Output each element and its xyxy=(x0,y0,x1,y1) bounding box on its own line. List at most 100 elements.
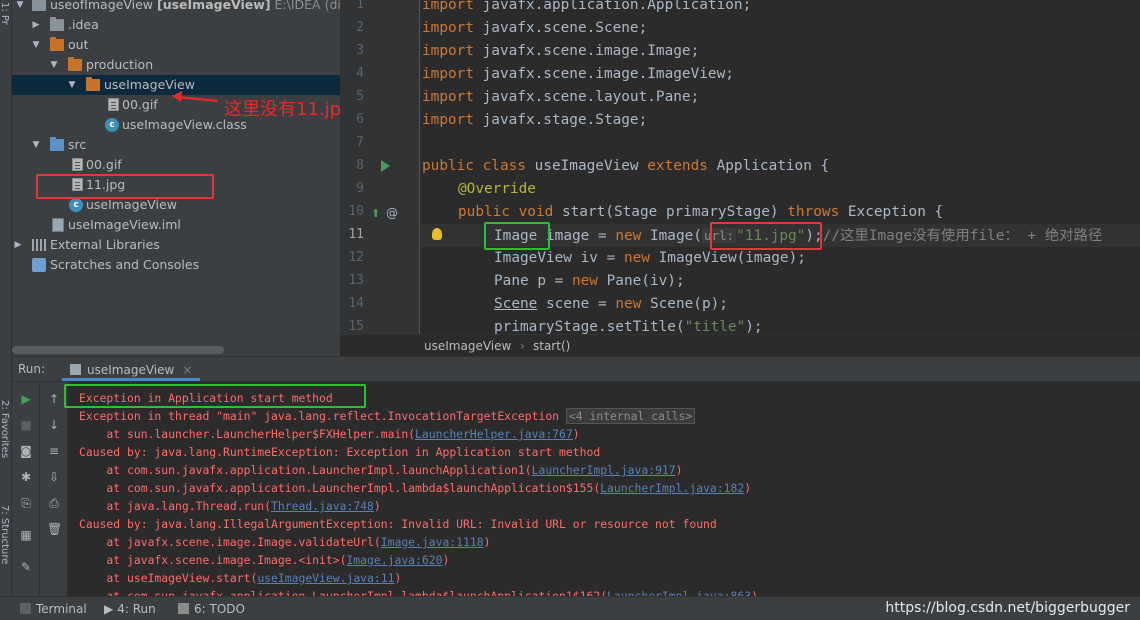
favorites-tool-tab[interactable]: 2: Favorites xyxy=(0,400,10,458)
class-file-icon: c xyxy=(105,118,119,132)
missing-file-annotation: 这里没有11.jpg xyxy=(224,99,353,120)
line-number: 6 xyxy=(356,112,364,127)
soft-wrap-icon[interactable]: ≡ xyxy=(47,444,61,458)
todo-tool-tab[interactable]: 6: TODO xyxy=(178,601,245,617)
folder-icon xyxy=(68,57,82,71)
source-folder-icon xyxy=(50,137,64,151)
folder-icon xyxy=(50,17,64,31)
console-line: at sun.launcher.LauncherHelper$FXHelper.… xyxy=(79,427,580,441)
tree-root[interactable]: ▼ useofImageView [useImageView] E:\IDEA … xyxy=(12,0,340,15)
bottom-tool-bar: Terminal ▶ 4: Run 6: TODO https://blog.cs… xyxy=(0,596,1140,620)
stacktrace-link[interactable]: LauncherImpl.java:182 xyxy=(600,481,744,495)
run-config-icon xyxy=(70,364,81,375)
image-file-icon xyxy=(72,158,83,171)
stacktrace-link[interactable]: useImageView.java:11 xyxy=(257,571,394,585)
lightbulb-icon[interactable] xyxy=(432,228,442,240)
tree-item-out[interactable]: ▼ out xyxy=(12,35,340,55)
tree-item-iml[interactable]: useImageView.iml xyxy=(12,215,340,235)
tree-item-src[interactable]: ▼ src xyxy=(12,135,340,155)
chevron-down-icon[interactable]: ▼ xyxy=(66,75,78,95)
run-console-output[interactable]: Exception in Application start method Ex… xyxy=(69,382,1140,600)
line-number: 9 xyxy=(356,181,364,196)
tree-root-path: E:\IDEA (diy) xyxy=(274,0,340,12)
chevron-down-icon[interactable]: ▼ xyxy=(30,35,42,55)
stacktrace-link[interactable]: Thread.java:748 xyxy=(271,499,374,513)
chevron-right-icon[interactable]: ▶ xyxy=(30,15,42,35)
line-number: 13 xyxy=(348,273,364,288)
tree-item-src-gif[interactable]: 00.gif xyxy=(12,155,340,175)
console-line: at javafx.scene.image.Image.validateUrl(… xyxy=(79,535,491,549)
run-toolbar-secondary: ↑ ↓ ≡ ⇩ ⎙ 🗑 xyxy=(40,382,68,600)
project-horizontal-scrollbar[interactable] xyxy=(12,346,224,354)
arrow-up-icon[interactable]: ↑ xyxy=(47,392,61,406)
arrow-down-icon[interactable]: ↓ xyxy=(47,418,61,432)
tree-item-label: .idea xyxy=(68,17,99,32)
debug-icon[interactable]: ✱ xyxy=(19,470,33,484)
stacktrace-link[interactable]: LauncherHelper.java:767 xyxy=(415,427,573,441)
tree-item-label: src xyxy=(68,137,87,152)
line-number: 14 xyxy=(348,296,364,311)
rerun-icon[interactable]: ▶ xyxy=(19,392,33,406)
todo-label: 6: TODO xyxy=(194,602,245,616)
console-line: Exception in thread "main" java.lang.ref… xyxy=(79,407,696,425)
console-line: Caused by: java.lang.IllegalArgumentExce… xyxy=(79,517,717,531)
tree-item-label: 00.gif xyxy=(86,157,122,172)
override-gutter-icon[interactable]: ⬆ xyxy=(371,207,380,220)
run-toolbar-primary: ▶ ■ ◙ ✱ ⎘ ▦ ✎ xyxy=(12,382,40,600)
console-line: at javafx.scene.image.Image.<init>(Image… xyxy=(79,553,450,567)
code-line-3: import javafx.scene.image.Image; xyxy=(422,43,700,59)
run-panel-label: Run: xyxy=(18,362,46,376)
chevron-down-icon[interactable]: ▼ xyxy=(30,135,42,155)
annotation-gutter-icon: @ xyxy=(386,206,398,220)
tree-item-external-libraries[interactable]: ▶ External Libraries xyxy=(12,235,340,255)
library-icon xyxy=(32,239,46,251)
code-line-2: import javafx.scene.Scene; xyxy=(422,20,648,36)
console-line: at com.sun.javafx.application.LauncherIm… xyxy=(79,481,752,495)
chevron-down-icon[interactable]: ▼ xyxy=(14,0,26,15)
tree-item-label: production xyxy=(86,57,154,72)
close-icon[interactable]: × xyxy=(182,363,192,377)
print-icon[interactable]: ⎙ xyxy=(47,496,61,510)
module-file-icon xyxy=(52,218,64,232)
restore-layout-icon[interactable]: ⎘ xyxy=(19,496,33,510)
run-gutter-icon[interactable] xyxy=(381,160,390,172)
line-number: 3 xyxy=(356,43,364,58)
line-number: 1 xyxy=(356,0,364,12)
stacktrace-link[interactable]: LauncherImpl.java:917 xyxy=(532,463,676,477)
code-editor[interactable]: 1 2 3 4 5 6 7 8 9 10 11 12 13 14 15 ⬆ @ … xyxy=(340,0,1140,334)
pin-icon[interactable]: ✎ xyxy=(19,560,33,574)
green-highlight-box-exception xyxy=(64,384,366,408)
stacktrace-link[interactable]: Image.java:620 xyxy=(346,553,442,567)
code-line-6: import javafx.stage.Stage; xyxy=(422,112,648,128)
stop-icon[interactable]: ■ xyxy=(19,418,33,432)
camera-icon[interactable]: ◙ xyxy=(19,444,33,458)
module-folder-icon xyxy=(32,0,46,11)
chevron-down-icon[interactable]: ▼ xyxy=(48,55,60,75)
editor-breadcrumb: useImageView › start() xyxy=(340,334,1140,356)
tree-item-idea[interactable]: ▶ .idea xyxy=(12,15,340,35)
internal-calls-fold[interactable]: <4 internal calls> xyxy=(565,408,696,424)
tree-item-production[interactable]: ▼ production xyxy=(12,55,340,75)
stacktrace-link[interactable]: Image.java:1118 xyxy=(381,535,484,549)
trash-icon[interactable]: 🗑 xyxy=(47,522,62,536)
chevron-right-icon[interactable]: ▶ xyxy=(12,235,24,255)
folder-icon xyxy=(50,37,64,51)
code-line-9: @Override xyxy=(458,181,536,197)
left-tool-strip: 1: Pr 2: Favorites 7: Structure xyxy=(0,0,12,600)
project-tool-tab[interactable]: 1: Pr xyxy=(0,2,10,25)
line-number: 4 xyxy=(356,66,364,81)
tree-item-scratches[interactable]: Scratches and Consoles xyxy=(12,255,340,275)
run-tool-tab[interactable]: ▶ 4: Run xyxy=(104,601,156,617)
layout-icon[interactable]: ▦ xyxy=(19,528,33,542)
scroll-to-end-icon[interactable]: ⇩ xyxy=(47,470,61,484)
breadcrumb-class[interactable]: useImageView xyxy=(424,335,511,357)
run-tab-label: useImageView xyxy=(87,363,175,377)
code-line-5: import javafx.scene.layout.Pane; xyxy=(422,89,700,105)
terminal-tool-tab[interactable]: Terminal xyxy=(20,601,87,617)
structure-tool-tab[interactable]: 7: Structure xyxy=(0,505,10,564)
run-panel-header: Run: useImageView × xyxy=(12,356,1140,382)
run-tab-useimageview[interactable]: useImageView × xyxy=(62,359,201,381)
breadcrumb-method[interactable]: start() xyxy=(533,335,570,357)
line-number: 5 xyxy=(356,89,364,104)
run-icon: ▶ xyxy=(104,602,114,616)
